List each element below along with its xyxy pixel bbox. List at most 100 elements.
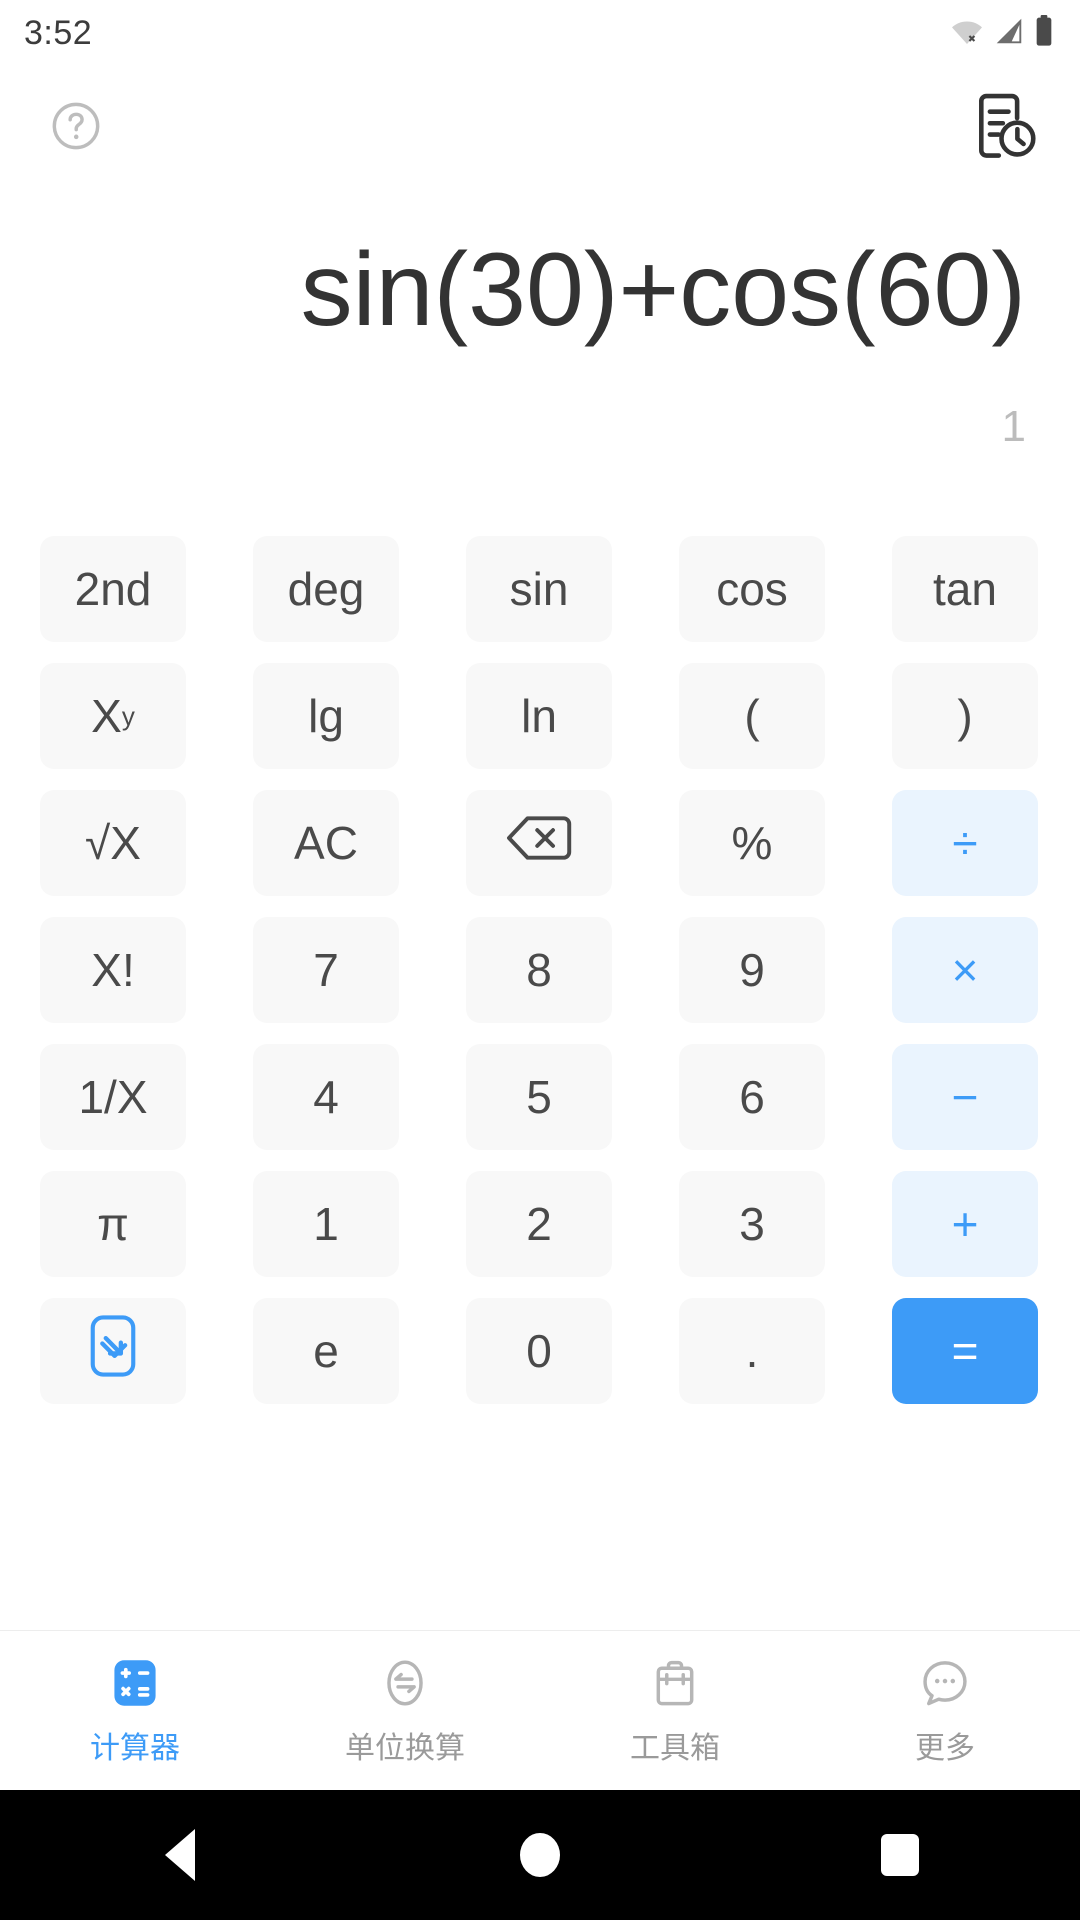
key-open-paren[interactable]: ( bbox=[679, 663, 825, 769]
key-equals[interactable]: = bbox=[892, 1298, 1038, 1404]
key-power-label: X bbox=[91, 690, 122, 742]
key-9-label: 9 bbox=[739, 944, 765, 996]
key-divide-label: ÷ bbox=[952, 817, 978, 869]
key-percent-label: % bbox=[731, 817, 773, 869]
key-4-label: 4 bbox=[313, 1071, 339, 1123]
key-reciprocal[interactable]: 1/X bbox=[40, 1044, 186, 1150]
key-cos-label: cos bbox=[716, 563, 788, 615]
history-button[interactable] bbox=[970, 92, 1040, 162]
key-pi-label: π bbox=[97, 1198, 129, 1250]
status-icon-group bbox=[950, 14, 1054, 52]
key-3-label: 3 bbox=[739, 1198, 765, 1250]
key-5[interactable]: 5 bbox=[466, 1044, 612, 1150]
status-bar: 3:52 bbox=[0, 0, 1080, 66]
key-2[interactable]: 2 bbox=[466, 1171, 612, 1277]
bottom-navigation: 计算器 单位换算 工具箱 更多 bbox=[0, 1630, 1080, 1790]
key-ln-label: ln bbox=[521, 690, 557, 742]
key-sin[interactable]: sin bbox=[466, 536, 612, 642]
key-9[interactable]: 9 bbox=[679, 917, 825, 1023]
android-navigation-bar bbox=[0, 1790, 1080, 1920]
key-lg[interactable]: lg bbox=[253, 663, 399, 769]
key-close-paren[interactable]: ) bbox=[892, 663, 1038, 769]
key-reciprocal-label: 1/X bbox=[78, 1071, 148, 1123]
help-circle-icon bbox=[50, 102, 102, 156]
key-all-clear[interactable]: AC bbox=[253, 790, 399, 896]
key-backspace[interactable] bbox=[466, 790, 612, 896]
key-deg[interactable]: deg bbox=[253, 536, 399, 642]
home-circle-icon bbox=[520, 1833, 560, 1877]
android-back-button[interactable] bbox=[120, 1790, 240, 1920]
key-sqrt[interactable]: √X bbox=[40, 790, 186, 896]
nav-toolbox-label: 工具箱 bbox=[630, 1731, 720, 1765]
arrow-down-box-icon bbox=[90, 1314, 136, 1388]
key-7[interactable]: 7 bbox=[253, 917, 399, 1023]
key-tan-label: tan bbox=[933, 563, 997, 615]
key-7-label: 7 bbox=[313, 944, 339, 996]
key-1-label: 1 bbox=[313, 1198, 339, 1250]
key-all-clear-label: AC bbox=[294, 817, 358, 869]
key-multiply-label: × bbox=[951, 944, 979, 996]
key-power-exponent: y bbox=[121, 701, 135, 731]
key-4[interactable]: 4 bbox=[253, 1044, 399, 1150]
key-minus[interactable]: − bbox=[892, 1044, 1038, 1150]
nav-more-label: 更多 bbox=[915, 1731, 975, 1765]
display-area[interactable]: sin(30)+cos(60) 1 bbox=[0, 230, 1080, 520]
expression-text: sin(30)+cos(60) bbox=[300, 232, 1026, 348]
calculator-screen: 3:52 sin(30)+cos(60) 1 2nd deg sin cos t… bbox=[0, 0, 1080, 1920]
nav-unit-convert-label: 单位换算 bbox=[345, 1731, 465, 1765]
key-0-label: 0 bbox=[526, 1325, 552, 1377]
key-factorial[interactable]: X! bbox=[40, 917, 186, 1023]
key-0[interactable]: 0 bbox=[466, 1298, 612, 1404]
android-recents-button[interactable] bbox=[840, 1790, 960, 1920]
key-tan[interactable]: tan bbox=[892, 536, 1038, 642]
key-divide[interactable]: ÷ bbox=[892, 790, 1038, 896]
key-1[interactable]: 1 bbox=[253, 1171, 399, 1277]
key-sqrt-label: √X bbox=[85, 817, 141, 869]
top-action-bar bbox=[0, 78, 1080, 178]
key-power[interactable]: Xy bbox=[40, 663, 186, 769]
calculator-icon bbox=[107, 1655, 163, 1711]
backspace-icon bbox=[506, 815, 572, 872]
result-text: 1 bbox=[1001, 402, 1026, 451]
android-home-button[interactable] bbox=[480, 1790, 600, 1920]
key-second-label: 2nd bbox=[74, 563, 152, 615]
history-document-icon bbox=[970, 93, 1040, 166]
toolbox-icon bbox=[647, 1655, 703, 1711]
key-minus-label: − bbox=[951, 1071, 979, 1123]
key-6[interactable]: 6 bbox=[679, 1044, 825, 1150]
help-button[interactable] bbox=[50, 100, 102, 152]
key-sin-label: sin bbox=[509, 563, 569, 615]
key-open-paren-label: ( bbox=[744, 690, 760, 742]
key-close-paren-label: ) bbox=[957, 690, 973, 742]
key-collapse[interactable] bbox=[40, 1298, 186, 1404]
key-equals-label: = bbox=[951, 1325, 979, 1377]
key-3[interactable]: 3 bbox=[679, 1171, 825, 1277]
key-factorial-label: X! bbox=[91, 944, 135, 996]
key-percent[interactable]: % bbox=[679, 790, 825, 896]
nav-more[interactable]: 更多 bbox=[810, 1655, 1080, 1767]
keypad: 2nd deg sin cos tan Xy lg ln () √X AC% ÷ X! 7 8 9 × 1/X 4 5… bbox=[40, 536, 1040, 1404]
key-ln[interactable]: ln bbox=[466, 663, 612, 769]
key-pi[interactable]: π bbox=[40, 1171, 186, 1277]
key-deg-label: deg bbox=[287, 563, 365, 615]
recents-square-icon bbox=[881, 1834, 919, 1876]
convert-icon bbox=[377, 1655, 433, 1711]
battery-icon bbox=[1034, 14, 1054, 52]
key-second[interactable]: 2nd bbox=[40, 536, 186, 642]
nav-toolbox[interactable]: 工具箱 bbox=[540, 1655, 810, 1767]
wifi-off-icon bbox=[950, 16, 984, 51]
key-8[interactable]: 8 bbox=[466, 917, 612, 1023]
key-5-label: 5 bbox=[526, 1071, 552, 1123]
status-time: 3:52 bbox=[24, 13, 93, 52]
key-6-label: 6 bbox=[739, 1071, 765, 1123]
nav-unit-convert[interactable]: 单位换算 bbox=[270, 1655, 540, 1767]
key-decimal-label: . bbox=[745, 1325, 759, 1377]
key-cos[interactable]: cos bbox=[679, 536, 825, 642]
key-multiply[interactable]: × bbox=[892, 917, 1038, 1023]
key-lg-label: lg bbox=[308, 690, 344, 742]
key-plus-label: + bbox=[951, 1198, 979, 1250]
key-e[interactable]: e bbox=[253, 1298, 399, 1404]
key-plus[interactable]: + bbox=[892, 1171, 1038, 1277]
key-decimal[interactable]: . bbox=[679, 1298, 825, 1404]
nav-calculator[interactable]: 计算器 bbox=[0, 1655, 270, 1767]
